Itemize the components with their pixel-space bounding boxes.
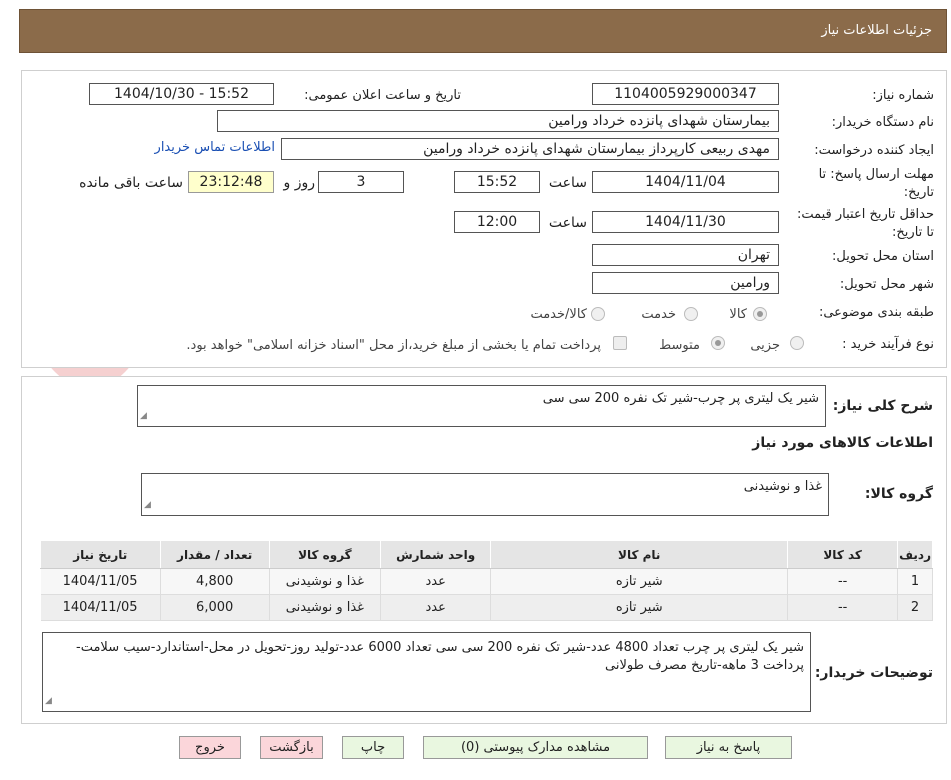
category-label: طبقه بندی موضوعی: <box>818 305 934 320</box>
requester-field[interactable]: مهدی ربیعی کارپرداز بیمارستان شهدای پانز… <box>281 138 779 160</box>
validity-time-field[interactable]: 12:00 <box>454 211 540 233</box>
col-row: ردیف <box>897 540 933 569</box>
requester-label: ایجاد کننده درخواست: <box>814 143 934 158</box>
remaining-time-field: 23:12:48 <box>188 171 274 193</box>
items-section-title: اطلاعات کالاهای مورد نیاز <box>752 435 933 451</box>
category-option-service: خدمت <box>641 307 676 322</box>
cell-group: غذا و نوشیدنی <box>269 568 382 595</box>
resize-grip-icon[interactable]: ◢ <box>144 496 151 514</box>
deadline-date-field[interactable]: 1404/11/04 <box>592 171 779 193</box>
province-label: استان محل تحویل: <box>832 249 934 264</box>
resize-grip-icon[interactable]: ◢ <box>140 407 147 425</box>
province-field[interactable]: تهران <box>592 244 779 266</box>
process-option-medium: متوسط <box>659 338 700 353</box>
cell-code: -- <box>787 594 899 621</box>
col-name: نام کالا <box>490 540 789 569</box>
process-radio-medium[interactable] <box>711 336 725 350</box>
cell-row: 2 <box>897 594 933 621</box>
summary-text: شیر یک لیتری پر چرب-شیر تک نفره 200 سی س… <box>542 391 819 406</box>
city-label: شهر محل تحویل: <box>839 277 934 292</box>
need-number-field[interactable]: 1104005929000347 <box>592 83 779 105</box>
announce-date-field[interactable]: 1404/10/30 - 15:52 <box>89 83 274 105</box>
table-header-row: ردیف کد کالا نام کالا واحد شمارش گروه کا… <box>40 540 933 569</box>
treasury-note: پرداخت تمام یا بخشی از مبلغ خرید،از محل … <box>186 338 601 353</box>
buyer-org-label: نام دستگاه خریدار: <box>831 115 934 130</box>
process-label: نوع فرآیند خرید : <box>842 337 934 352</box>
category-option-goods: کالا <box>729 307 747 322</box>
announce-date-label: تاریخ و ساعت اعلان عمومی: <box>304 88 461 103</box>
cell-unit: عدد <box>380 568 492 595</box>
cell-group: غذا و نوشیدنی <box>269 594 382 621</box>
back-button[interactable]: بازگشت <box>260 736 323 759</box>
deadline-days-field[interactable]: 3 <box>318 171 404 193</box>
col-unit: واحد شمارش <box>380 540 492 569</box>
cell-name: شیر تازه <box>490 568 789 595</box>
resize-grip-icon[interactable]: ◢ <box>45 692 52 710</box>
page-header: جزئیات اطلاعات نیاز <box>19 9 947 53</box>
page-title: جزئیات اطلاعات نیاز <box>821 23 932 38</box>
cell-code: -- <box>787 568 899 595</box>
reply-button[interactable]: پاسخ به نیاز <box>665 736 792 759</box>
col-code: کد کالا <box>787 540 899 569</box>
summary-textarea[interactable]: شیر یک لیتری پر چرب-شیر تک نفره 200 سی س… <box>137 385 826 427</box>
table-row[interactable]: 2 -- شیر تازه عدد غذا و نوشیدنی 6,000 14… <box>40 594 933 621</box>
city-field[interactable]: ورامین <box>592 272 779 294</box>
need-number-label: شماره نیاز: <box>872 88 934 103</box>
validity-date-field[interactable]: 1404/11/30 <box>592 211 779 233</box>
buyer-contact-link[interactable]: اطلاعات تماس خریدار <box>155 140 275 155</box>
cell-quantity: 6,000 <box>160 594 270 621</box>
cell-name: شیر تازه <box>490 594 789 621</box>
cell-unit: عدد <box>380 594 492 621</box>
validity-label: حداقل تاریخ اعتبار قیمت: تا تاریخ: <box>796 207 934 240</box>
process-radio-minor[interactable] <box>790 336 804 350</box>
cell-row: 1 <box>897 568 933 595</box>
remaining-time-label: ساعت باقی مانده <box>79 175 183 191</box>
cell-quantity: 4,800 <box>160 568 270 595</box>
category-radio-goods[interactable] <box>753 307 767 321</box>
goods-group-text: غذا و نوشیدنی <box>743 479 822 494</box>
category-option-goods-service: کالا/خدمت <box>530 307 587 322</box>
attachments-button[interactable]: مشاهده مدارک پیوستی (0) <box>423 736 648 759</box>
treasury-checkbox[interactable] <box>613 336 627 350</box>
buyer-notes-label: توضیحات خریدار: <box>814 665 933 681</box>
category-radio-goods-service[interactable] <box>591 307 605 321</box>
table-row[interactable]: 1 -- شیر تازه عدد غذا و نوشیدنی 4,800 14… <box>40 568 933 595</box>
goods-group-textarea[interactable]: غذا و نوشیدنی ◢ <box>141 473 829 516</box>
deadline-time-label: ساعت <box>548 175 587 191</box>
exit-button[interactable]: خروج <box>179 736 241 759</box>
deadline-label: مهلت ارسال پاسخ: تا تاریخ: <box>818 167 934 200</box>
category-radio-service[interactable] <box>684 307 698 321</box>
buyer-notes-textarea[interactable]: شیر یک لیتری پر چرب تعداد 4800 عدد-شیر ت… <box>42 632 811 712</box>
col-quantity: تعداد / مقدار <box>159 540 270 569</box>
col-group: گروه کالا <box>268 540 382 569</box>
items-table: ردیف کد کالا نام کالا واحد شمارش گروه کا… <box>40 540 933 621</box>
summary-label: شرح کلی نیاز: <box>832 398 933 414</box>
validity-time-label: ساعت <box>548 215 587 231</box>
print-button[interactable]: چاپ <box>342 736 404 759</box>
buyer-org-field[interactable]: بیمارستان شهدای پانزده خرداد ورامین <box>217 110 779 132</box>
cell-need-date: 1404/11/05 <box>40 568 161 595</box>
deadline-time-field[interactable]: 15:52 <box>454 171 540 193</box>
cell-need-date: 1404/11/05 <box>40 594 161 621</box>
col-need-date: تاریخ نیاز <box>40 540 161 569</box>
process-option-minor: جزیی <box>750 338 780 353</box>
buyer-notes-text: شیر یک لیتری پر چرب تعداد 4800 عدد-شیر ت… <box>76 640 804 673</box>
deadline-days-label: روز و <box>283 175 316 191</box>
goods-group-label: گروه کالا: <box>864 486 933 502</box>
